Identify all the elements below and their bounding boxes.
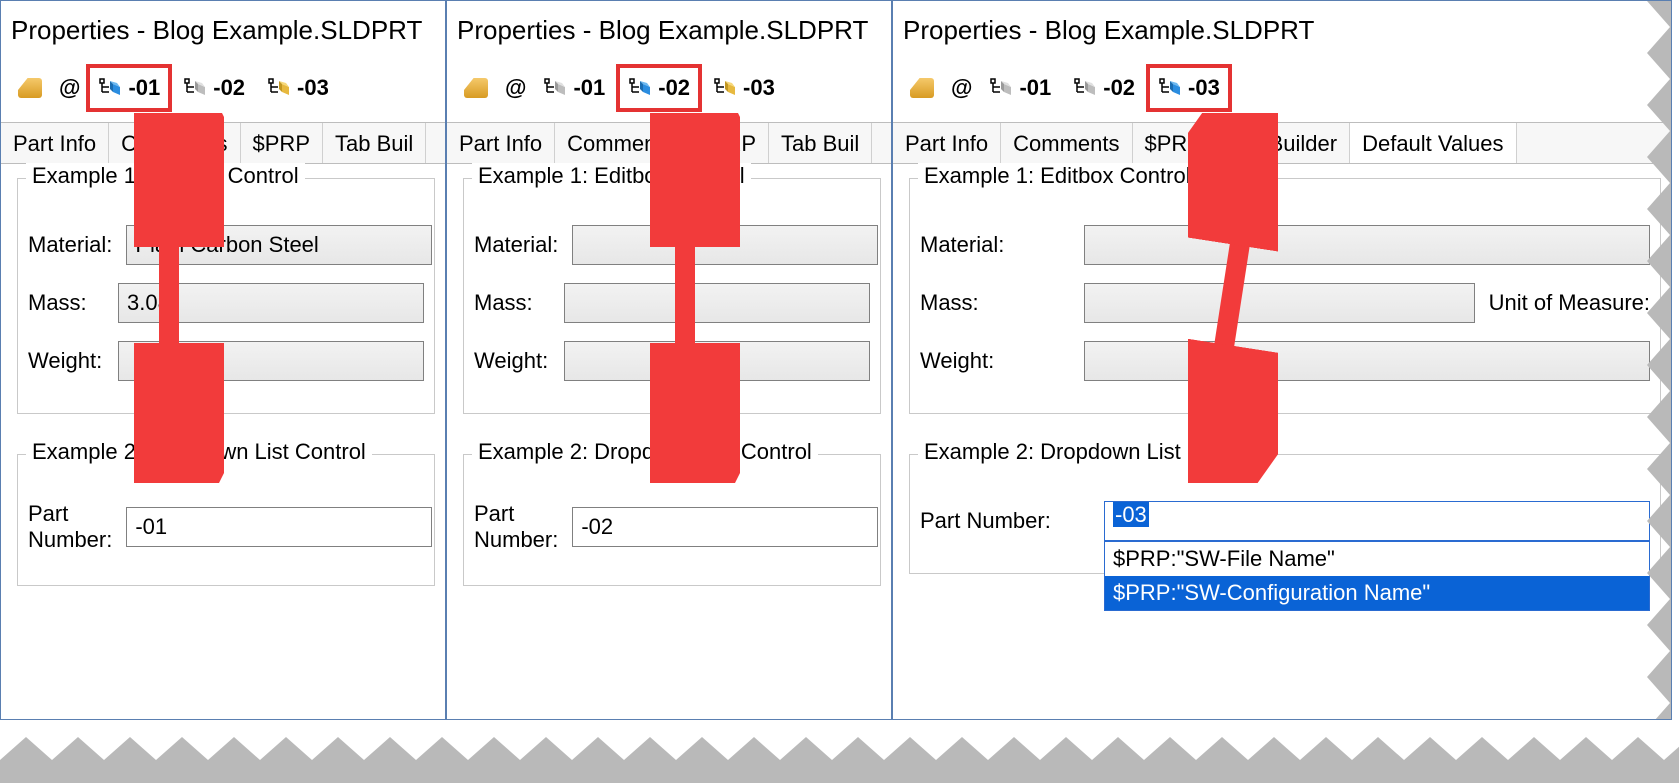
group-legend: Example 1: Editbox Control (472, 163, 751, 189)
config-label: -03 (743, 75, 775, 101)
dropdown-option[interactable]: $PRP:"SW-Configuration Name" (1105, 576, 1649, 610)
config-button--01[interactable]: -01 (532, 64, 616, 112)
group-legend: Example 2: Dropdown List Control (918, 439, 1264, 465)
mass-input[interactable] (564, 283, 870, 323)
mass-input[interactable] (1084, 283, 1475, 323)
group-dropdown: Example 2: Dropdown List Control Part Nu… (17, 454, 435, 586)
tab-default-values[interactable]: Default Values (1350, 123, 1516, 163)
tab--prp[interactable]: $PRP (687, 123, 769, 163)
config-label: -02 (213, 75, 245, 101)
group-legend: Example 1: Editbox Control (26, 163, 305, 189)
torn-edge-bottom-icon (0, 737, 1679, 783)
model-icon[interactable] (7, 64, 53, 112)
config-button--01[interactable]: -01 (978, 64, 1062, 112)
at-symbol: @ (945, 75, 978, 101)
tab-bar: Part InfoComments$PRPTab BuilderDefault … (893, 122, 1671, 164)
tab-comments[interactable]: Comments (109, 123, 240, 163)
group-editbox: Example 1: Editbox Control Material: Mas… (463, 178, 881, 414)
group-legend: Example 1: Editbox Control (918, 163, 1197, 189)
tab-bar: Part InfoComments$PRPTab Buil (447, 122, 891, 164)
weight-input[interactable] (118, 341, 424, 381)
group-dropdown: Example 2: Dropdown List Control Part Nu… (909, 454, 1661, 574)
config-label: -02 (1103, 75, 1135, 101)
config-label: -01 (573, 75, 605, 101)
panel-title: Properties - Blog Example.SLDPRT (893, 1, 1671, 64)
weight-input[interactable] (564, 341, 870, 381)
properties-panel-2: Properties - Blog Example.SLDPRT @ -01 -02… (446, 0, 892, 720)
config-toolbar: @ -01 -02 -03 (447, 64, 891, 122)
panel-title: Properties - Blog Example.SLDPRT (447, 1, 891, 64)
mass-label: Mass: (474, 290, 550, 316)
weight-label: Weight: (474, 348, 550, 374)
mass-input[interactable] (118, 283, 424, 323)
part-number-dropdown[interactable]: -03 (1104, 501, 1650, 541)
tab-tab-builder[interactable]: Tab Builder (1215, 123, 1350, 163)
config-button--01[interactable]: -01 (86, 64, 172, 112)
config-button--02[interactable]: -02 (1062, 64, 1146, 112)
config-toolbar: @ -01 -02 -03 (893, 64, 1671, 122)
model-icon[interactable] (899, 64, 945, 112)
config-label: -01 (128, 75, 160, 101)
part-number-label: Part Number: (920, 508, 1090, 534)
weight-label: Weight: (920, 348, 1070, 374)
config-button--02[interactable]: -02 (616, 64, 702, 112)
part-number-input[interactable] (572, 507, 878, 547)
properties-panel-1: Properties - Blog Example.SLDPRT @ -01 -02… (0, 0, 446, 720)
tab-tab-buil[interactable]: Tab Buil (323, 123, 426, 163)
config-button--02[interactable]: -02 (172, 64, 256, 112)
config-label: -02 (658, 75, 690, 101)
tab-bar: Part InfoComments$PRPTab Buil (1, 122, 445, 164)
config-toolbar: @ -01 -02 -03 (1, 64, 445, 122)
config-label: -01 (1019, 75, 1051, 101)
at-symbol: @ (499, 75, 532, 101)
config-button--03[interactable]: -03 (256, 64, 340, 112)
tab--prp[interactable]: $PRP (241, 123, 323, 163)
group-legend: Example 2: Dropdown List Control (472, 439, 818, 465)
config-label: -03 (297, 75, 329, 101)
mass-label: Mass: (920, 290, 1070, 316)
config-label: -03 (1188, 75, 1220, 101)
weight-label: Weight: (28, 348, 104, 374)
group-editbox: Example 1: Editbox Control Material: Mas… (909, 178, 1661, 414)
tab-tab-buil[interactable]: Tab Buil (769, 123, 872, 163)
tab-comments[interactable]: Comments (555, 123, 686, 163)
tab-part-info[interactable]: Part Info (1, 123, 109, 163)
tab--prp[interactable]: $PRP (1133, 123, 1215, 163)
material-label: Material: (28, 232, 112, 258)
material-label: Material: (474, 232, 558, 258)
part-number-label: Part Number: (28, 501, 112, 553)
material-input[interactable] (1084, 225, 1650, 265)
part-icon (18, 78, 42, 98)
part-icon (910, 78, 934, 98)
material-label: Material: (920, 232, 1070, 258)
weight-input[interactable] (1084, 341, 1650, 381)
material-input[interactable] (572, 225, 878, 265)
tab-comments[interactable]: Comments (1001, 123, 1132, 163)
config-button--03[interactable]: -03 (702, 64, 786, 112)
mass-label: Mass: (28, 290, 104, 316)
tab-part-info[interactable]: Part Info (893, 123, 1001, 163)
part-number-input[interactable] (126, 507, 432, 547)
panel-title: Properties - Blog Example.SLDPRT (1, 1, 445, 64)
group-editbox: Example 1: Editbox Control Material: Mas… (17, 178, 435, 414)
part-number-label: Part Number: (474, 501, 558, 553)
material-input[interactable] (126, 225, 432, 265)
part-icon (464, 78, 488, 98)
config-button--03[interactable]: -03 (1146, 64, 1232, 112)
tab-part-info[interactable]: Part Info (447, 123, 555, 163)
group-dropdown: Example 2: Dropdown List Control Part Nu… (463, 454, 881, 586)
at-symbol: @ (53, 75, 86, 101)
properties-panel-3: Properties - Blog Example.SLDPRT @ -01 -02… (892, 0, 1672, 720)
group-legend: Example 2: Dropdown List Control (26, 439, 372, 465)
model-icon[interactable] (453, 64, 499, 112)
dropdown-list: $PRP:"SW-File Name"$PRP:"SW-Configuratio… (1104, 541, 1650, 611)
dropdown-option[interactable]: $PRP:"SW-File Name" (1105, 542, 1649, 576)
unit-label: Unit of Measure: (1489, 290, 1650, 316)
